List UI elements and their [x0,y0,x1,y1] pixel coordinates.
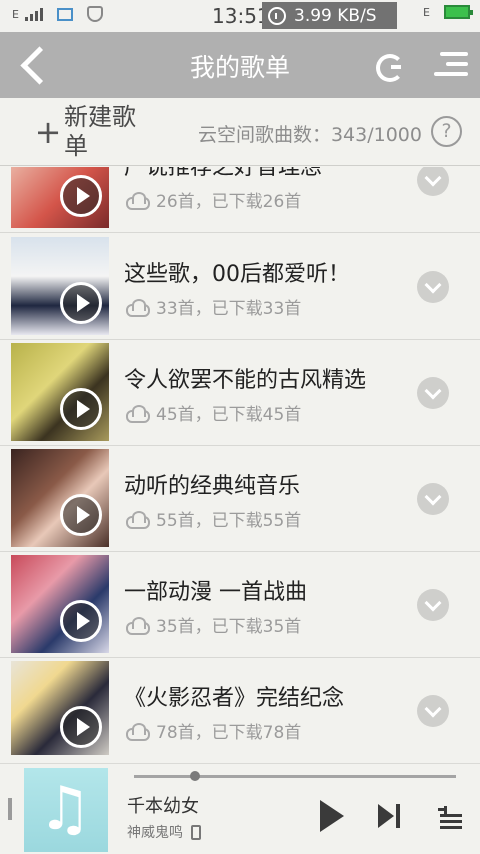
playlist-title: 产说推荐之好音理想 [124,167,323,180]
playlist-cover [11,343,109,441]
playlist-toolbar: + 新建歌单 云空间歌曲数：343/1000 ? [0,98,480,166]
chevron-down-icon[interactable] [417,483,449,515]
artist-row: 神威鬼鸣 [127,822,201,842]
cloud-icon [124,511,150,529]
shield-icon [86,6,103,22]
progress-knob[interactable] [190,771,201,781]
playlist-meta: 45首，已下载45首 [124,400,301,425]
cloud-icon [124,617,150,635]
play-icon[interactable] [60,388,102,430]
play-button[interactable] [320,800,344,832]
playlist-list[interactable]: 产说推荐之好音理想 26首，已下载26首 这些歌，00后都爱听！ 33首，已下载… [0,167,480,755]
chevron-down-icon[interactable] [417,695,449,727]
network-speed-badge: 3.99 KB/S [262,2,397,29]
chevron-down-icon[interactable] [417,589,449,621]
cloud-icon [124,299,150,317]
playlist-title: 令人欲罢不能的古风精选 [124,368,367,393]
drag-handle[interactable] [8,798,12,820]
playlist-item[interactable]: 动听的经典纯音乐 55首，已下载55首 [0,446,480,552]
signal-icon [24,7,43,21]
album-art[interactable]: ♫ [24,768,108,852]
network-speed: 3.99 KB/S [294,5,377,26]
playlist-meta: 35首，已下载35首 [124,612,301,637]
cloud-song-count: 云空间歌曲数：343/1000 [197,124,422,146]
speed-icon [268,6,286,25]
new-playlist-button[interactable]: + 新建歌单 [32,100,152,164]
play-icon[interactable] [60,706,102,748]
playlist-count: 78首，已下载78首 [156,723,302,743]
song-title: 千本幼女 [127,796,199,817]
menu-button[interactable] [434,50,468,80]
playlist-meta: 26首，已下载26首 [124,187,301,212]
mini-player[interactable]: ♫ 千本幼女 神威鬼鸣 [0,763,480,854]
cloud-icon [124,405,150,423]
playlist-count: 55首，已下载55首 [156,511,302,531]
playlist-count: 45首，已下载45首 [156,405,302,425]
play-icon[interactable] [60,494,102,536]
playlist-meta: 78首，已下载78首 [124,718,301,743]
playlist-count: 33首，已下载33首 [156,299,302,319]
playlist-item[interactable]: 一部动漫 一首战曲 35首，已下载35首 [0,552,480,658]
playlist-cover [11,661,109,755]
phone-icon [191,824,201,840]
refresh-button[interactable] [372,50,404,82]
cloud-icon [124,723,150,741]
queue-button[interactable] [438,806,462,829]
artist-name: 神威鬼鸣 [127,825,183,841]
playlist-item[interactable]: 产说推荐之好音理想 26首，已下载26首 [0,167,480,233]
network-type-right: E [423,5,430,19]
playlist-title: 一部动漫 一首战曲 [124,580,307,605]
playlist-item[interactable]: 令人欲罢不能的古风精选 45首，已下载45首 [0,340,480,446]
playlist-title: 《火影忍者》完结纪念 [124,686,345,711]
help-button[interactable]: ? [431,116,462,147]
battery-icon [444,5,473,19]
playlist-title: 这些歌，00后都爱听！ [124,262,350,287]
status-right: E [423,5,473,19]
next-button[interactable] [378,804,404,828]
play-icon[interactable] [60,282,102,324]
playlist-item[interactable]: 《火影忍者》完结纪念 78首，已下载78首 [0,658,480,755]
cloud-icon [124,192,150,210]
playlist-cover [11,449,109,547]
playlist-cover [11,555,109,653]
new-playlist-label: 新建歌单 [64,103,136,160]
music-note-icon: ♫ [38,774,92,844]
playlist-cover [11,167,109,228]
gallery-icon [56,7,73,21]
playlist-cover [11,237,109,335]
status-left: E [12,6,103,22]
page-title: 我的歌单 [189,53,290,82]
playlist-title: 动听的经典纯音乐 [124,474,301,499]
playlist-count: 35首，已下载35首 [156,617,302,637]
progress-bar[interactable] [134,771,456,781]
playlist-meta: 55首，已下载55首 [124,506,301,531]
chevron-down-icon[interactable] [417,271,449,303]
chevron-down-icon[interactable] [417,167,449,196]
plus-icon: + [34,113,62,151]
network-type: E [12,7,19,21]
app-header: 我的歌单 [0,32,480,98]
playlist-meta: 33首，已下载33首 [124,294,301,319]
status-bar: E 13:51 3.99 KB/S E [0,0,480,32]
play-icon[interactable] [60,175,102,217]
playlist-item[interactable]: 这些歌，00后都爱听！ 33首，已下载33首 [0,234,480,340]
chevron-down-icon[interactable] [417,377,449,409]
play-icon[interactable] [60,600,102,642]
clock: 13:51 [212,4,270,28]
playlist-count: 26首，已下载26首 [156,192,302,212]
